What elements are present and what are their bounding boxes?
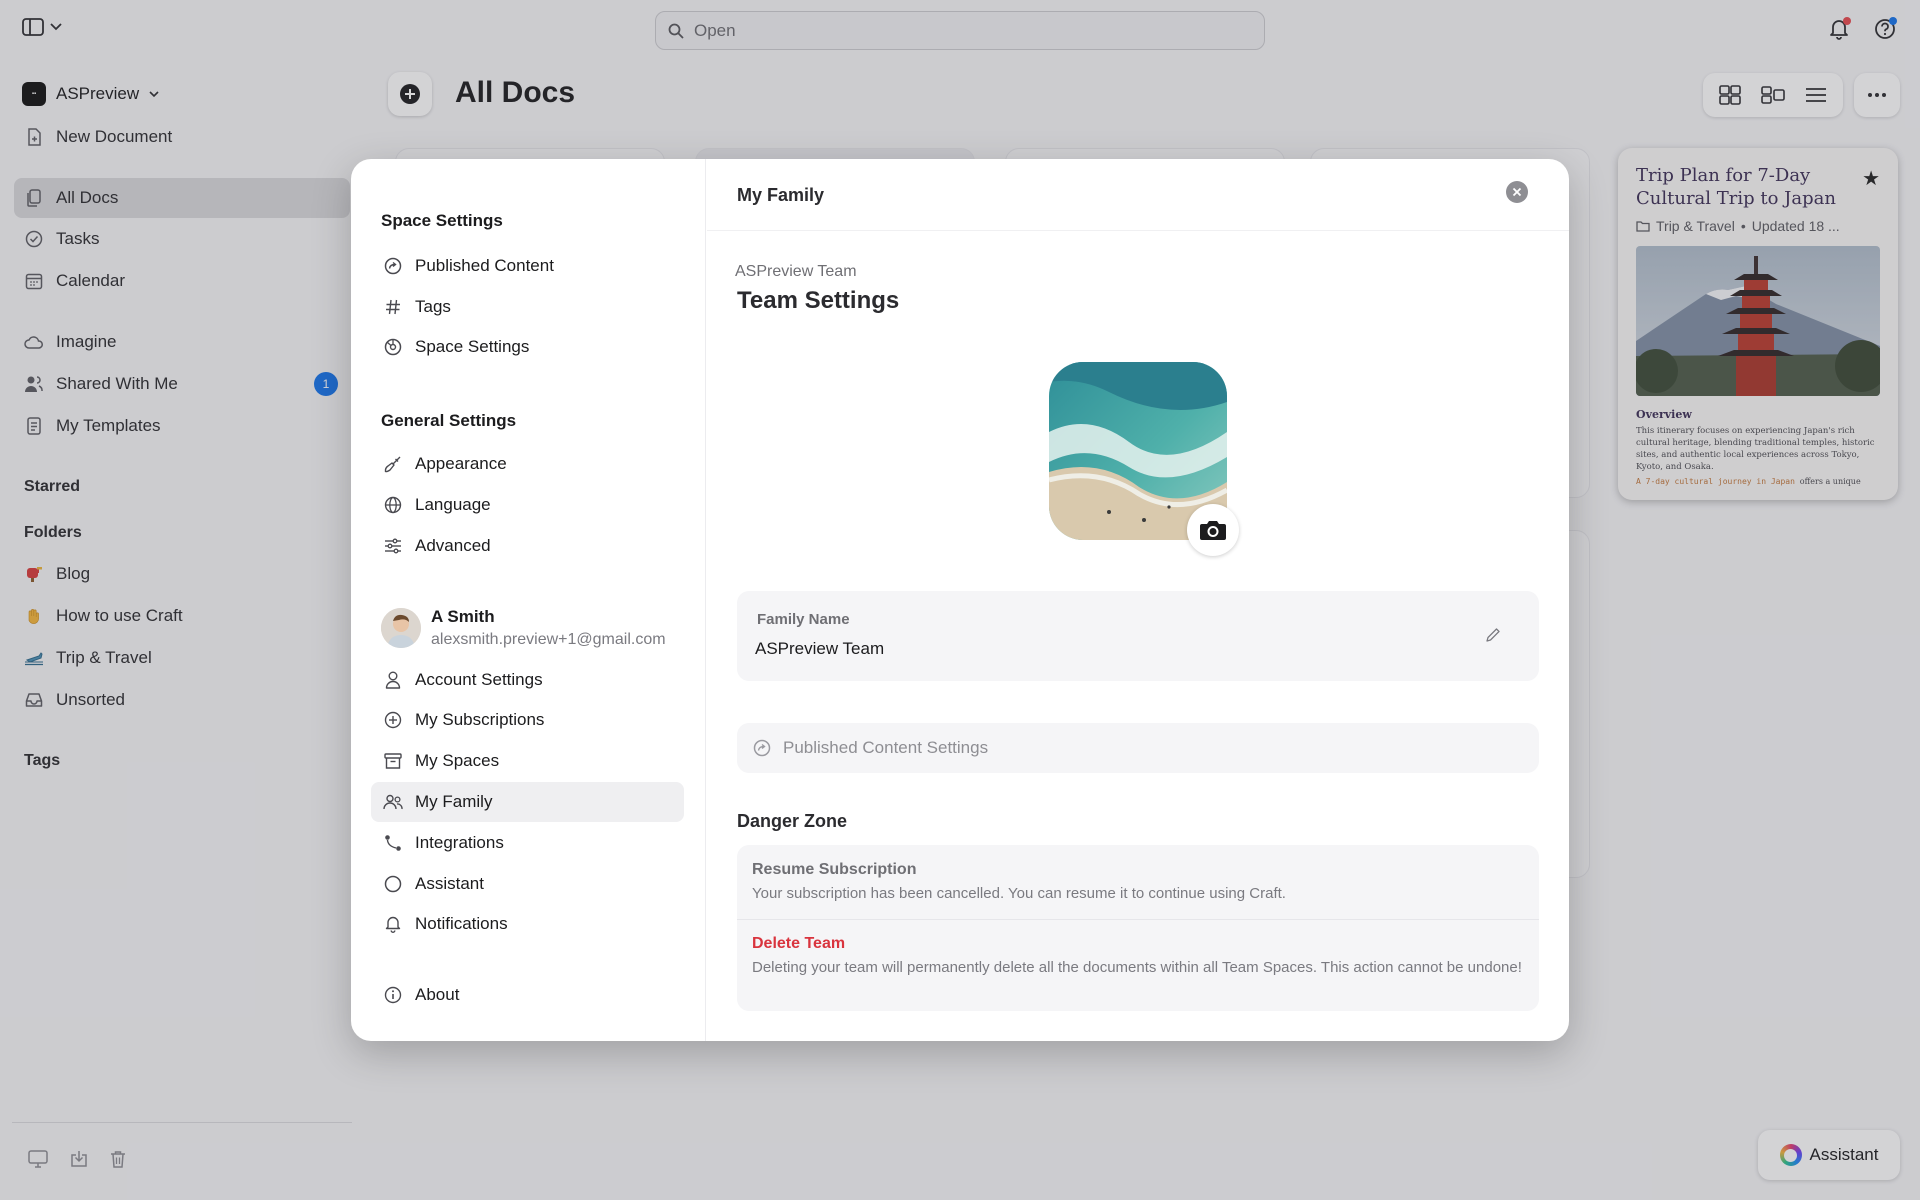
delete-team-row[interactable]: Delete Team Deleting your team will perm… [752, 935, 1532, 977]
nav-assistant[interactable]: Assistant [371, 864, 684, 904]
nav-label: Appearance [415, 454, 507, 473]
person-icon [383, 670, 403, 690]
circle-icon [383, 874, 403, 894]
family-name-field[interactable]: Family Name ASPreview Team [737, 591, 1539, 681]
nav-space-settings[interactable]: Space Settings [371, 327, 684, 367]
globe-icon [383, 495, 403, 515]
avatar [381, 608, 421, 648]
divider [737, 919, 1539, 920]
danger-zone-heading: Danger Zone [737, 811, 848, 831]
settings-nav: Space Settings Published Content Tags Sp… [351, 159, 706, 1041]
nav-label: Notifications [415, 914, 508, 933]
nav-label: Tags [415, 297, 451, 316]
nav-my-spaces[interactable]: My Spaces [371, 741, 684, 781]
change-photo-button[interactable] [1187, 504, 1239, 556]
bell-icon [383, 914, 403, 934]
nav-about[interactable]: About [371, 975, 684, 1015]
user-email: alexsmith.preview+1@gmail.com [431, 631, 666, 648]
space-settings-heading: Space Settings [381, 211, 503, 230]
nav-published-content[interactable]: Published Content [371, 246, 684, 286]
share-arrow-icon [753, 739, 771, 757]
settings-modal: Space Settings Published Content Tags Sp… [351, 159, 1569, 1041]
share-arrow-icon [383, 256, 403, 276]
family-icon [383, 792, 403, 812]
published-content-settings-button[interactable]: Published Content Settings [737, 723, 1539, 773]
plus-circle-icon [383, 710, 403, 730]
nav-label: My Spaces [415, 751, 500, 770]
nav-appearance[interactable]: Appearance [371, 444, 684, 484]
danger-zone: Resume Subscription Your subscription ha… [737, 845, 1539, 1011]
resume-subscription-row[interactable]: Resume Subscription Your subscription ha… [752, 861, 1532, 903]
published-settings-label: Published Content Settings [783, 738, 989, 757]
section-heading: Team Settings [737, 287, 900, 314]
nav-language[interactable]: Language [371, 485, 684, 525]
nav-label: Language [415, 495, 491, 514]
close-icon [1512, 187, 1522, 197]
user-name: A Smith [431, 607, 495, 626]
nav-label: Space Settings [415, 337, 530, 356]
nav-my-subscriptions[interactable]: My Subscriptions [371, 700, 684, 740]
modal-title: My Family [737, 185, 825, 205]
general-settings-heading: General Settings [381, 411, 517, 430]
nav-label: Advanced [415, 536, 491, 555]
nav-label: Integrations [415, 833, 504, 852]
nav-advanced[interactable]: Advanced [371, 526, 684, 566]
resume-description: Your subscription has been cancelled. Yo… [752, 885, 1286, 902]
info-icon [383, 985, 403, 1005]
delete-team-title: Delete Team [752, 935, 846, 952]
nav-notifications[interactable]: Notifications [371, 904, 684, 944]
archive-box-icon [383, 751, 403, 771]
settings-content: My Family ASPreview Team Team Settings F… [707, 159, 1569, 1041]
camera-icon [1199, 519, 1227, 541]
nav-tags[interactable]: Tags [371, 287, 684, 327]
nav-label: Account Settings [415, 670, 543, 689]
nav-my-family[interactable]: My Family [371, 782, 684, 822]
nav-label: My Family [415, 792, 493, 811]
modal-header: My Family [707, 159, 1569, 231]
user-profile[interactable]: A Smith alexsmith.preview+1@gmail.com [381, 607, 676, 649]
field-label: Family Name [757, 611, 850, 628]
brush-icon [383, 454, 403, 474]
nav-label: Published Content [415, 256, 554, 275]
nav-label: My Subscriptions [415, 710, 545, 729]
pencil-icon[interactable] [1485, 627, 1501, 643]
team-label: ASPreview Team [735, 263, 857, 280]
nav-label: About [415, 985, 460, 1004]
sliders-icon [383, 536, 403, 556]
integration-icon [383, 833, 403, 853]
nav-label: Assistant [415, 874, 484, 893]
resume-title: Resume Subscription [752, 861, 917, 878]
nav-account-settings[interactable]: Account Settings [371, 660, 684, 700]
hash-icon [383, 297, 403, 317]
family-name-value[interactable]: ASPreview Team [755, 639, 884, 659]
close-button[interactable] [1506, 181, 1528, 203]
space-gear-icon [383, 337, 403, 357]
nav-integrations[interactable]: Integrations [371, 823, 684, 863]
delete-team-description: Deleting your team will permanently dele… [752, 959, 1522, 976]
